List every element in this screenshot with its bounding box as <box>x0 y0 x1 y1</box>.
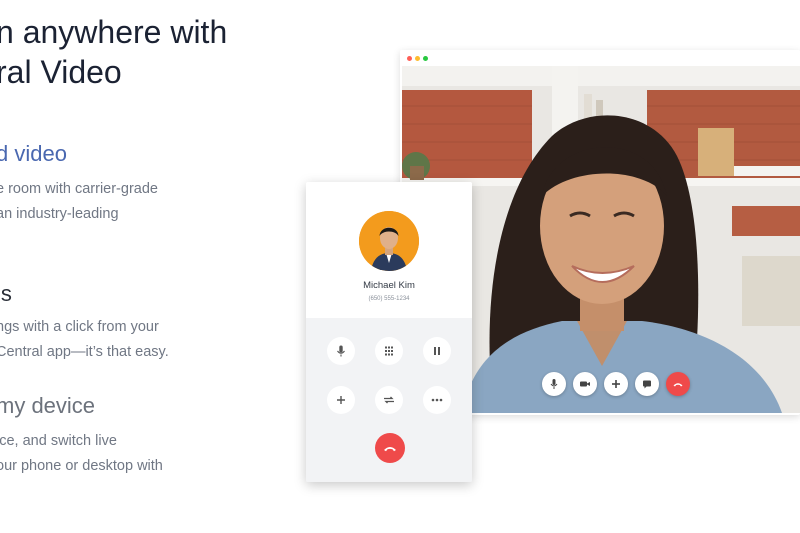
feature-title-hd-video: d video <box>0 141 67 166</box>
pause-icon <box>434 347 440 355</box>
transfer-button[interactable] <box>375 386 403 414</box>
feature-line: an industry-leading <box>0 206 119 222</box>
feature-text-any-device: ice, and switch live our phone or deskto… <box>0 429 163 479</box>
microphone-icon <box>550 379 558 389</box>
caller-name: Michael Kim <box>363 280 415 291</box>
video-call-controls <box>542 372 690 396</box>
window-title-bar <box>400 50 800 66</box>
end-call-button[interactable] <box>375 433 405 463</box>
hang-up-icon <box>384 447 396 452</box>
caller-avatar <box>359 211 419 271</box>
maximize-window-dot[interactable] <box>423 56 428 61</box>
caller-info: Michael Kim (650) 555-1234 <box>306 182 472 318</box>
feature-title-any-device: my device <box>0 393 96 418</box>
video-camera-button[interactable] <box>573 372 597 396</box>
hang-up-icon <box>673 383 683 387</box>
video-mute-button[interactable] <box>542 372 566 396</box>
camera-icon <box>580 381 590 387</box>
feature-line: e room with carrier-grade <box>0 181 158 197</box>
chat-icon <box>643 380 651 389</box>
call-controls <box>306 318 472 482</box>
feature-text-calls: ngs with a click from your Central app—i… <box>0 315 169 365</box>
mute-button[interactable] <box>327 337 355 365</box>
feature-text-hd-video: e room with carrier-grade an industry-le… <box>0 177 158 227</box>
transfer-icon <box>384 396 394 404</box>
keypad-icon <box>385 346 393 356</box>
minimize-window-dot[interactable] <box>415 56 420 61</box>
feature-title-calls: ls <box>0 281 12 306</box>
feature-line: Central app—it’s that easy. <box>0 344 169 360</box>
feature-line: ice, and switch live <box>0 433 117 449</box>
hero-title-line-1: n anywhere with <box>0 14 228 50</box>
feature-line: ngs with a click from your <box>0 319 159 335</box>
plus-icon <box>337 396 345 404</box>
hero-title-line-2: ral Video <box>0 54 122 90</box>
caller-number: (650) 555-1234 <box>368 296 410 302</box>
hero-title: n anywhere with ral Video <box>0 12 227 92</box>
more-icon <box>431 398 443 402</box>
feature-line: our phone or desktop with <box>0 458 163 474</box>
video-end-call-button[interactable] <box>666 372 690 396</box>
hold-button[interactable] <box>423 337 451 365</box>
keypad-button[interactable] <box>375 337 403 365</box>
video-chat-button[interactable] <box>635 372 659 396</box>
person-avatar-icon <box>359 211 419 271</box>
video-add-participant-button[interactable] <box>604 372 628 396</box>
add-call-button[interactable] <box>327 386 355 414</box>
more-options-button[interactable] <box>423 386 451 414</box>
close-window-dot[interactable] <box>407 56 412 61</box>
plus-icon <box>612 380 620 388</box>
microphone-icon <box>337 345 345 357</box>
phone-call-card: Michael Kim (650) 555-1234 <box>306 182 472 482</box>
